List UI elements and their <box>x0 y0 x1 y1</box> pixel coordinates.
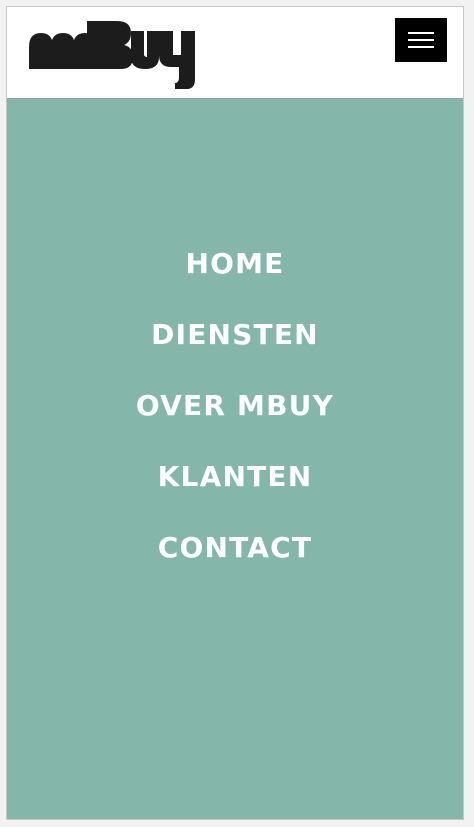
nav-link-contact[interactable]: CONTACT <box>158 526 312 570</box>
nav-link-klanten[interactable]: KLANTEN <box>158 455 313 499</box>
page-frame: mBuy HOME DIENSTEN OVER MBUY KLANTEN <box>6 6 464 820</box>
nav-item-home: HOME <box>7 242 463 313</box>
nav-item-klanten: KLANTEN <box>7 455 463 526</box>
nav-item-diensten: DIENSTEN <box>7 313 463 384</box>
nav-item-over-mbuy: OVER MBUY <box>7 384 463 455</box>
menu-toggle-button[interactable] <box>395 18 447 62</box>
nav-link-home[interactable]: HOME <box>185 242 284 286</box>
nav-overlay: HOME DIENSTEN OVER MBUY KLANTEN CONTACT <box>7 99 463 819</box>
nav-link-diensten[interactable]: DIENSTEN <box>151 313 319 357</box>
mbuy-logo[interactable] <box>27 17 197 89</box>
main-nav: HOME DIENSTEN OVER MBUY KLANTEN CONTACT <box>7 242 463 597</box>
site-header: mBuy <box>7 7 463 99</box>
nav-item-contact: CONTACT <box>7 526 463 597</box>
nav-link-over-mbuy[interactable]: OVER MBUY <box>136 384 334 428</box>
